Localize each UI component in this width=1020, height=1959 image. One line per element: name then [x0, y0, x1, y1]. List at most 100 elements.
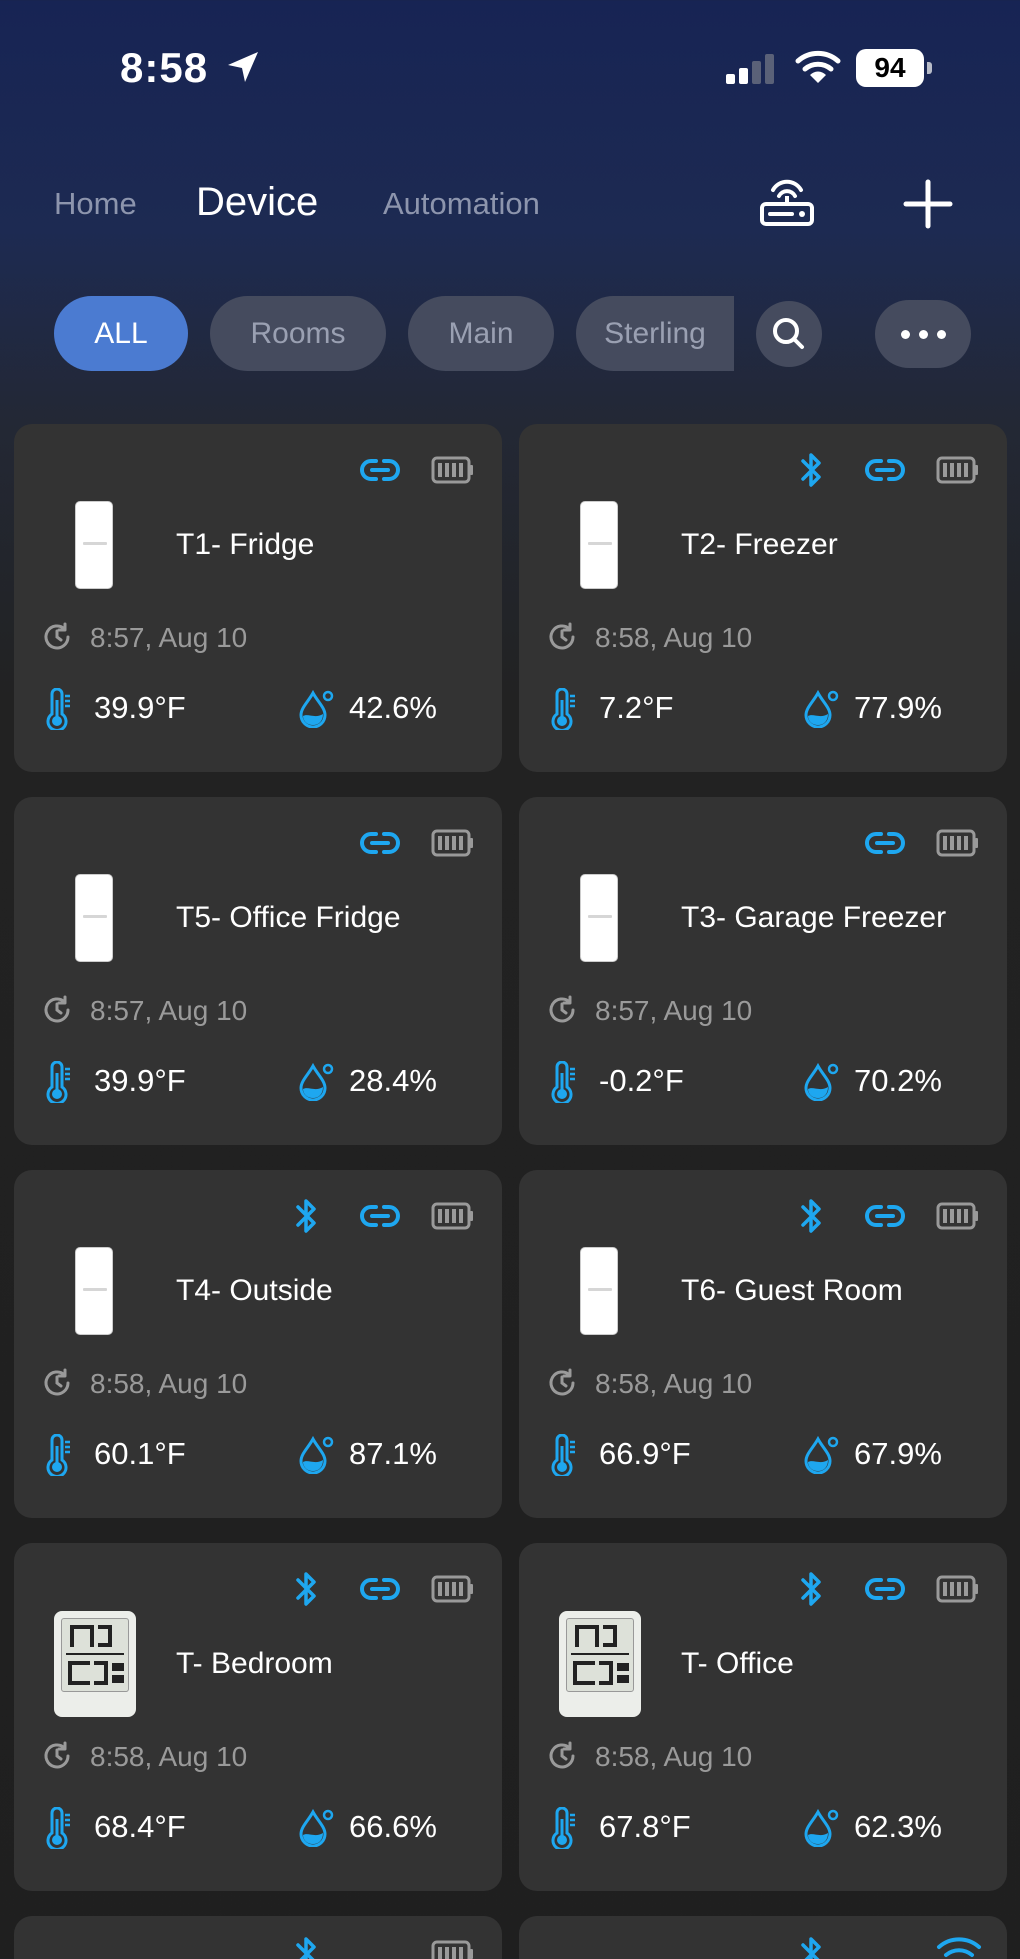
humidity-drop-icon: [803, 1434, 839, 1474]
last-update-time: 8:58, Aug 10: [595, 1368, 753, 1399]
thermometer-icon: [44, 1061, 72, 1103]
bluetooth-icon: [797, 1569, 827, 1609]
device-card[interactable]: T1- Fridge 8:57, Aug 10 39.9°F 42.6%: [14, 424, 502, 772]
thermometer-icon: [549, 1807, 577, 1849]
device-thumbnail: [54, 1611, 136, 1717]
filter-chip-sterling[interactable]: Sterling: [576, 296, 734, 371]
device-name: T4- Outside: [176, 1274, 333, 1307]
humidity-value: 66.6%: [349, 1809, 437, 1844]
device-name: T6- Guest Room: [681, 1274, 903, 1307]
thermometer-icon: [549, 1434, 577, 1476]
last-update-time: 8:58, Aug 10: [595, 622, 753, 653]
device-card[interactable]: T6- Guest Room 8:58, Aug 10 66.9°F 67.9%: [519, 1170, 1007, 1518]
history-clock-icon: [547, 1368, 577, 1398]
tab-automation[interactable]: Automation: [383, 186, 540, 222]
more-dot-icon: [937, 330, 946, 339]
last-update-time: 8:57, Aug 10: [90, 622, 248, 653]
more-options-button[interactable]: [875, 300, 971, 368]
humidity-value: 77.9%: [854, 690, 942, 725]
filter-chip-rooms[interactable]: Rooms: [210, 296, 386, 371]
history-clock-icon: [42, 622, 72, 652]
device-name: T5- Office Fridge: [176, 901, 401, 934]
device-card[interactable]: T- Bedroom 8:58, Aug 10 68.4°F 66.6%: [14, 1543, 502, 1891]
device-thumbnail: [580, 874, 618, 962]
link-icon: [359, 1196, 401, 1236]
battery-icon: [936, 823, 978, 863]
status-time: 8:58: [120, 44, 209, 91]
temperature-value: 66.9°F: [599, 1436, 691, 1471]
temperature-value: 39.9°F: [94, 1063, 186, 1098]
history-clock-icon: [42, 1741, 72, 1771]
bluetooth-icon: [797, 1934, 827, 1959]
device-card-partial[interactable]: [14, 1916, 502, 1959]
history-clock-icon: [42, 1368, 72, 1398]
tab-home[interactable]: Home: [54, 186, 137, 222]
temperature-value: -0.2°F: [599, 1063, 684, 1098]
humidity-value: 70.2%: [854, 1063, 942, 1098]
wifi-icon: [795, 50, 841, 83]
link-icon: [864, 823, 906, 863]
device-card[interactable]: T- Office 8:58, Aug 10 67.8°F 62.3%: [519, 1543, 1007, 1891]
device-name: T- Bedroom: [176, 1647, 333, 1680]
link-icon: [359, 823, 401, 863]
thermometer-icon: [44, 1434, 72, 1476]
bluetooth-icon: [292, 1934, 322, 1959]
bluetooth-icon: [292, 1569, 322, 1609]
temperature-value: 68.4°F: [94, 1809, 186, 1844]
status-bar: 8:58 94: [0, 0, 1020, 130]
thermometer-icon: [549, 688, 577, 730]
brand-mark: [83, 915, 107, 918]
temperature-value: 7.2°F: [599, 690, 674, 725]
search-button[interactable]: [756, 301, 822, 367]
filter-chip-main[interactable]: Main: [408, 296, 554, 371]
humidity-value: 42.6%: [349, 690, 437, 725]
device-card[interactable]: T2- Freezer 8:58, Aug 10 7.2°F 77.9%: [519, 424, 1007, 772]
last-update-time: 8:57, Aug 10: [90, 995, 248, 1026]
bluetooth-icon: [797, 450, 827, 490]
battery-icon: [936, 1569, 978, 1609]
more-dot-icon: [919, 330, 928, 339]
last-update-time: 8:58, Aug 10: [90, 1741, 248, 1772]
link-icon: [864, 1569, 906, 1609]
tab-device[interactable]: Device: [196, 180, 318, 225]
battery-icon: [431, 823, 473, 863]
humidity-drop-icon: [803, 1061, 839, 1101]
history-clock-icon: [547, 995, 577, 1025]
thermometer-icon: [549, 1061, 577, 1103]
battery-icon: [936, 450, 978, 490]
device-card[interactable]: T5- Office Fridge 8:57, Aug 10 39.9°F 28…: [14, 797, 502, 1145]
humidity-value: 62.3%: [854, 1809, 942, 1844]
humidity-value: 67.9%: [854, 1436, 942, 1471]
brand-mark: [588, 542, 612, 545]
humidity-value: 28.4%: [349, 1063, 437, 1098]
link-icon: [864, 1196, 906, 1236]
humidity-drop-icon: [298, 1434, 334, 1474]
add-device-icon[interactable]: [902, 178, 954, 230]
battery-icon: [431, 1569, 473, 1609]
device-thumbnail: [75, 1247, 113, 1335]
gateway-icon[interactable]: [756, 170, 818, 230]
humidity-drop-icon: [298, 688, 334, 728]
search-icon: [773, 318, 804, 349]
device-card[interactable]: T3- Garage Freezer 8:57, Aug 10 -0.2°F 7…: [519, 797, 1007, 1145]
device-thumbnail: [580, 501, 618, 589]
device-thumbnail: [75, 501, 113, 589]
temperature-value: 60.1°F: [94, 1436, 186, 1471]
history-clock-icon: [42, 995, 72, 1025]
temperature-value: 39.9°F: [94, 690, 186, 725]
battery-icon: [431, 1196, 473, 1236]
more-dot-icon: [901, 330, 910, 339]
thermometer-icon: [44, 1807, 72, 1849]
device-card-partial[interactable]: [519, 1916, 1007, 1959]
battery-icon: [431, 1934, 473, 1959]
filter-chip-all[interactable]: ALL: [54, 296, 188, 371]
humidity-drop-icon: [298, 1807, 334, 1847]
device-card[interactable]: T4- Outside 8:58, Aug 10 60.1°F 87.1%: [14, 1170, 502, 1518]
battery-level: 94: [856, 49, 924, 87]
link-icon: [359, 450, 401, 490]
device-name: T3- Garage Freezer: [681, 901, 947, 934]
device-name: T2- Freezer: [681, 528, 838, 561]
wifi-icon: [937, 1937, 981, 1957]
thermometer-icon: [44, 688, 72, 730]
battery-icon: [431, 450, 473, 490]
